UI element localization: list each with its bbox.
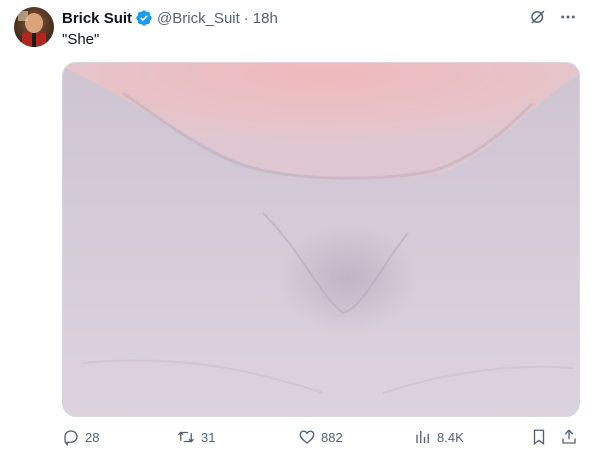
views-icon bbox=[414, 428, 432, 446]
tweet-top-actions bbox=[527, 6, 579, 28]
like-count: 882 bbox=[321, 429, 343, 445]
tweet-actions-bar: 28 31 882 8.4K bbox=[62, 428, 582, 450]
bookmark-button[interactable] bbox=[530, 428, 548, 446]
display-name[interactable]: Brick Suit bbox=[62, 10, 132, 27]
timestamp[interactable]: 18h bbox=[253, 10, 278, 27]
avatar-image bbox=[14, 7, 54, 47]
bookmark-icon bbox=[530, 428, 548, 446]
views-button[interactable]: 8.4K bbox=[414, 428, 464, 446]
heart-icon bbox=[298, 428, 316, 446]
tweet-media-image[interactable] bbox=[62, 62, 580, 417]
reply-count: 28 bbox=[85, 429, 100, 445]
share-icon bbox=[560, 428, 578, 446]
more-icon[interactable] bbox=[557, 6, 579, 28]
like-button[interactable]: 882 bbox=[298, 428, 343, 446]
grok-icon[interactable] bbox=[527, 6, 549, 28]
tweet: Brick Suit @Brick_Suit · 18h "She" 28 31… bbox=[0, 0, 591, 459]
media-photo bbox=[63, 63, 579, 416]
retweet-icon bbox=[176, 428, 196, 446]
reply-button[interactable]: 28 bbox=[62, 428, 99, 446]
share-button[interactable] bbox=[560, 428, 578, 446]
avatar[interactable] bbox=[14, 7, 54, 47]
retweet-button[interactable]: 31 bbox=[176, 428, 215, 446]
handle[interactable]: @Brick_Suit bbox=[157, 10, 240, 27]
retweet-count: 31 bbox=[201, 429, 216, 445]
reply-icon bbox=[62, 428, 80, 446]
tweet-header: Brick Suit @Brick_Suit · 18h bbox=[62, 7, 278, 29]
views-count: 8.4K bbox=[437, 429, 464, 445]
separator: · bbox=[243, 9, 249, 27]
tweet-text: "She" bbox=[62, 31, 100, 48]
verified-badge-icon bbox=[135, 9, 153, 27]
